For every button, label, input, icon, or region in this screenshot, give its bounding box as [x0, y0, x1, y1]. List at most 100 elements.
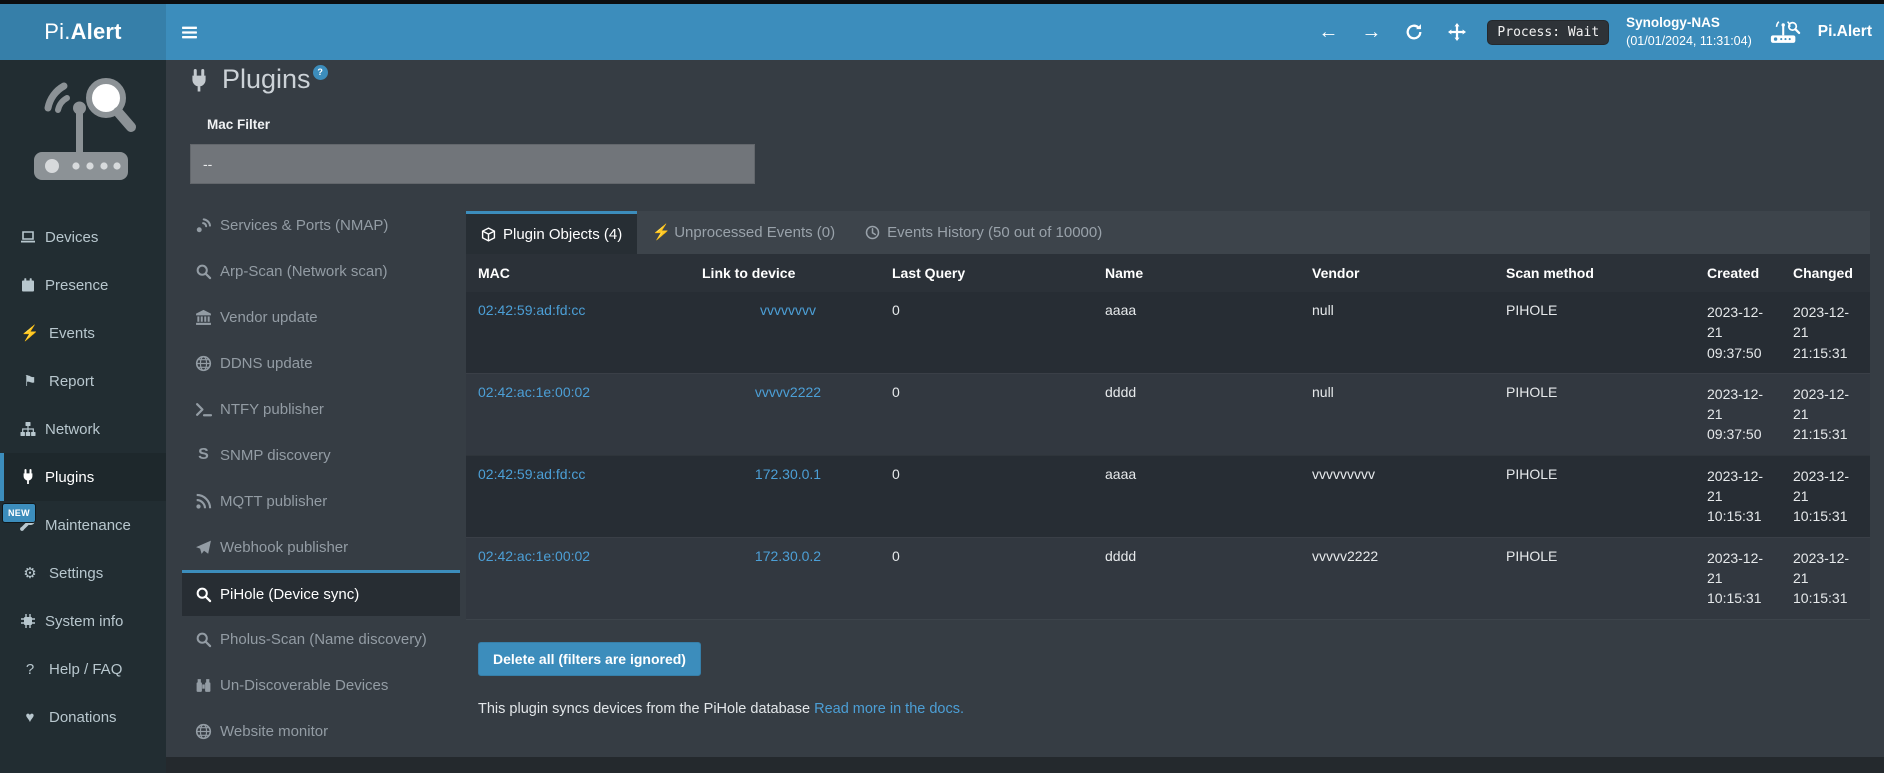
mac-link[interactable]: 02:42:ac:1e:00:02 — [478, 384, 590, 400]
plugin-nav-item-website-monitor[interactable]: Website monitor — [182, 708, 460, 754]
delete-all-button[interactable]: Delete all (filters are ignored) — [478, 642, 701, 676]
changed-cell: 2023-12-21 10:15:31 — [1781, 537, 1870, 619]
scan-method-cell: PIHOLE — [1494, 537, 1695, 619]
plugin-nav-item-arp-scan[interactable]: Arp-Scan (Network scan) — [182, 248, 460, 294]
sidebar-item-settings[interactable]: ⚙Settings — [0, 549, 166, 597]
sidebar-item-help-faq[interactable]: ?Help / FAQ — [0, 645, 166, 693]
search-icon — [195, 263, 212, 280]
table-row: 02:42:59:ad:fd:cc vvvvvvvv 0 aaaa null P… — [466, 292, 1870, 373]
mac-filter-input[interactable] — [190, 144, 755, 184]
globe-icon — [195, 355, 212, 372]
move-icon[interactable] — [1444, 19, 1470, 45]
tab-plugin-objects[interactable]: Plugin Objects (4) — [466, 211, 637, 254]
table-header-row: MAC Link to device Last Query Name Vendo… — [466, 254, 1870, 292]
tab-unprocessed-events[interactable]: ⚡Unprocessed Events (0) — [637, 211, 850, 254]
brand-suffix: Alert — [71, 19, 122, 45]
sitemap-icon — [20, 421, 36, 437]
plugin-nav-item-undiscoverable-devices[interactable]: Un-Discoverable Devices — [182, 662, 460, 708]
plug-icon — [187, 69, 211, 93]
plugin-nav-item-ntfy-publisher[interactable]: NTFY publisher — [182, 386, 460, 432]
col-header-changed: Changed — [1781, 254, 1870, 292]
plugin-nav-item-mqtt-publisher[interactable]: MQTT publisher — [182, 478, 460, 524]
microchip-icon — [20, 613, 36, 629]
main-content: Plugins? Mac Filter Services & Ports (NM… — [166, 60, 1884, 773]
plugin-nav-item-webhook-publisher[interactable]: Webhook publisher — [182, 524, 460, 570]
satellite-dish-icon — [195, 217, 212, 234]
plugin-nav-item-pholus-scan[interactable]: Pholus-Scan (Name discovery) — [182, 616, 460, 662]
stripe-s-icon: S — [195, 447, 212, 464]
topbar: Pi.Alert ← → Process: Wait Synology-NAS … — [0, 4, 1884, 60]
question-icon: ? — [20, 662, 40, 677]
changed-cell: 2023-12-21 21:15:31 — [1781, 373, 1870, 455]
table-row: 02:42:ac:1e:00:02 172.30.0.2 0 dddd vvvv… — [466, 537, 1870, 619]
brand-link[interactable]: Pi.Alert — [0, 4, 166, 60]
last-query-cell: 0 — [880, 537, 1093, 619]
sidebar-item-devices[interactable]: Devices — [0, 213, 166, 261]
name-cell: dddd — [1093, 537, 1300, 619]
mac-link[interactable]: 02:42:59:ad:fd:cc — [478, 302, 585, 318]
vendor-cell: null — [1300, 373, 1494, 455]
docs-link[interactable]: Read more in the docs. — [814, 701, 964, 717]
created-cell: 2023-12-21 10:15:31 — [1695, 537, 1781, 619]
sidebar-item-report[interactable]: ⚑Report — [0, 357, 166, 405]
table-row: 02:42:59:ad:fd:cc 172.30.0.1 0 aaaa vvvv… — [466, 455, 1870, 537]
forward-arrow-icon[interactable]: → — [1358, 19, 1384, 45]
col-header-last-query: Last Query — [880, 254, 1093, 292]
gear-icon: ⚙ — [20, 566, 40, 581]
page-header: Plugins? — [187, 65, 328, 95]
new-badge: NEW — [2, 503, 36, 523]
mac-filter-label: Mac Filter — [207, 117, 270, 132]
clock-icon — [865, 225, 880, 240]
plug-icon — [20, 469, 36, 485]
plugin-nav-item-vendor-update[interactable]: Vendor update — [182, 294, 460, 340]
calendar-icon — [20, 277, 36, 293]
device-link[interactable]: vvvvvvvv — [760, 302, 816, 318]
table-row: 02:42:ac:1e:00:02 vvvvv2222 0 dddd null … — [466, 373, 1870, 455]
mac-link[interactable]: 02:42:59:ad:fd:cc — [478, 466, 585, 482]
search-icon — [195, 586, 212, 603]
created-cell: 2023-12-21 09:37:50 — [1695, 373, 1781, 455]
bolt-icon: ⚡ — [20, 326, 40, 341]
vendor-cell: vvvvvvvvv — [1300, 455, 1494, 537]
device-link[interactable]: vvvvv2222 — [755, 384, 821, 400]
device-link[interactable]: 172.30.0.1 — [755, 466, 821, 482]
app-logo — [0, 72, 166, 194]
plugin-nav-item-ddns-update[interactable]: DDNS update — [182, 340, 460, 386]
tab-strip: Plugin Objects (4) ⚡Unprocessed Events (… — [466, 211, 1870, 254]
back-arrow-icon[interactable]: ← — [1315, 19, 1341, 45]
col-header-link: Link to device — [690, 254, 880, 292]
sidebar-item-network[interactable]: Network — [0, 405, 166, 453]
plugin-nav-item-services-ports[interactable]: Services & Ports (NMAP) — [182, 202, 460, 248]
sidebar-item-plugins[interactable]: Plugins — [0, 453, 166, 501]
col-header-created: Created — [1695, 254, 1781, 292]
mac-link[interactable]: 02:42:ac:1e:00:02 — [478, 548, 590, 564]
router-logo-icon — [1769, 20, 1801, 45]
tab-events-history[interactable]: Events History (50 out of 10000) — [850, 211, 1117, 254]
host-timestamp: (01/01/2024, 11:31:04) — [1626, 33, 1752, 50]
plugin-description-text: This plugin syncs devices from the PiHol… — [478, 701, 810, 717]
heart-icon: ♥ — [20, 710, 40, 725]
last-query-cell: 0 — [880, 373, 1093, 455]
host-name: Synology-NAS — [1626, 14, 1752, 32]
device-link[interactable]: 172.30.0.2 — [755, 548, 821, 564]
app-name: Pi.Alert — [1818, 23, 1872, 41]
sidebar-item-events[interactable]: ⚡Events — [0, 309, 166, 357]
vendor-cell: null — [1300, 292, 1494, 373]
binoculars-icon — [195, 677, 212, 694]
paper-plane-icon — [195, 539, 212, 556]
sidebar-menu: Devices Presence ⚡Events ⚑Report Network… — [0, 213, 166, 741]
sidebar-item-system-info[interactable]: System info — [0, 597, 166, 645]
brand-prefix: Pi. — [44, 19, 70, 45]
globe-icon — [195, 723, 212, 740]
sidebar-toggle-button[interactable] — [166, 4, 212, 60]
refresh-icon[interactable] — [1401, 19, 1427, 45]
sidebar-item-presence[interactable]: Presence — [0, 261, 166, 309]
cube-icon — [481, 227, 496, 242]
sidebar-item-donations[interactable]: ♥Donations — [0, 693, 166, 741]
vendor-cell: vvvvv2222 — [1300, 537, 1494, 619]
flag-icon: ⚑ — [20, 374, 40, 389]
sidebar: Devices Presence ⚡Events ⚑Report Network… — [0, 60, 166, 773]
plugin-nav-item-snmp-discovery[interactable]: SSNMP discovery — [182, 432, 460, 478]
help-badge[interactable]: ? — [313, 65, 328, 80]
plugin-nav-item-pihole[interactable]: PiHole (Device sync) — [182, 570, 460, 616]
